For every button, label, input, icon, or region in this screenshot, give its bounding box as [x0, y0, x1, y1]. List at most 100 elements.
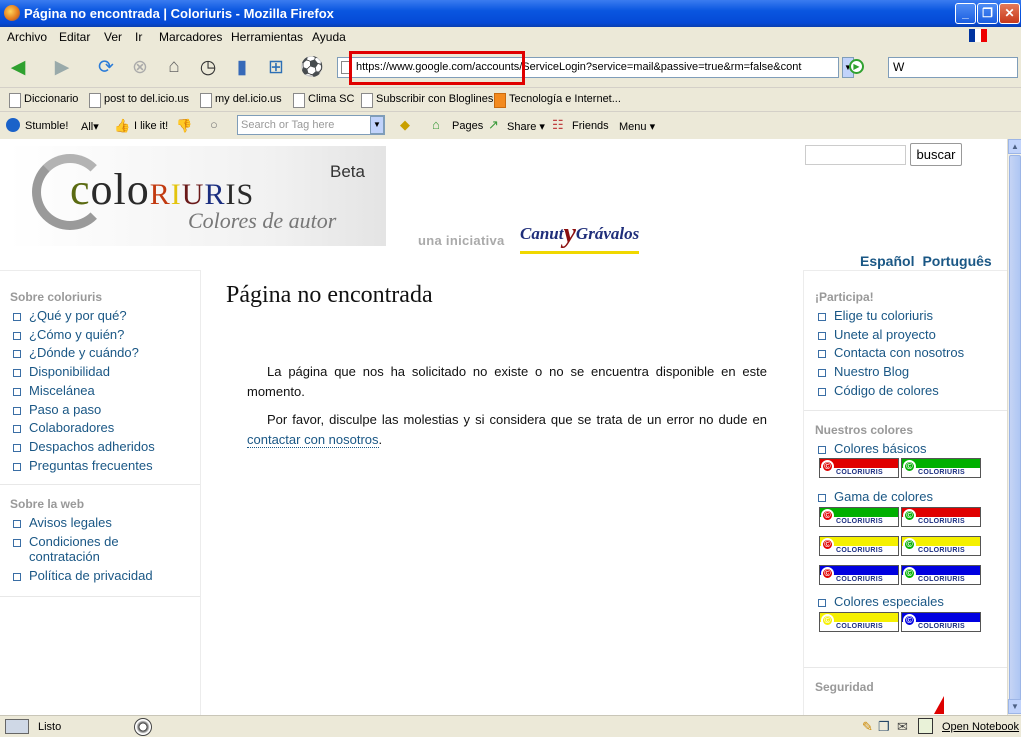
left-nav-link[interactable]: Avisos legales: [10, 515, 112, 530]
left-nav-link[interactable]: Preguntas frecuentes: [10, 458, 153, 473]
divider: [804, 667, 1007, 668]
bookmarks-toolbar: Diccionario post to del.icio.us my del.i…: [0, 87, 1021, 111]
coloriuris-badge[interactable]: COLORIURIS ©: [901, 458, 981, 478]
stumble-button[interactable]: Stumble!: [25, 120, 68, 132]
menu-button[interactable]: Menu ▾: [619, 120, 655, 133]
share-button[interactable]: Share ▾: [507, 120, 545, 133]
site-search-input[interactable]: [805, 145, 906, 165]
lang-pt-link[interactable]: Português: [922, 253, 991, 269]
colores-especiales-link[interactable]: Colores especiales: [815, 594, 944, 609]
coloriuris-badge[interactable]: COLORIURIS ©: [819, 536, 899, 556]
status-text: Listo: [38, 721, 62, 733]
reload-icon[interactable]: ⟳: [93, 54, 119, 80]
bookmark-item[interactable]: post to del.icio.us: [89, 93, 189, 108]
soccer-ball-icon[interactable]: ⚽: [299, 54, 325, 80]
tag-icon[interactable]: ◆: [400, 117, 410, 133]
bookmark-item[interactable]: Diccionario: [9, 93, 78, 108]
thumb-down-icon[interactable]: 👎: [176, 118, 192, 134]
menu-ayuda[interactable]: Ayuda: [312, 30, 346, 44]
left-nav-link[interactable]: ¿Cómo y quién?: [10, 327, 124, 342]
all-dropdown[interactable]: All▾: [81, 120, 99, 133]
tag-search-input[interactable]: Search or Tag here: [237, 115, 385, 135]
menu-marcadores[interactable]: Marcadores: [159, 30, 222, 44]
history-icon[interactable]: ◷: [195, 54, 221, 80]
contact-link[interactable]: contactar con nosotros: [247, 432, 379, 448]
menu-editar[interactable]: Editar: [59, 30, 90, 44]
copyright-icon: ©: [821, 538, 834, 551]
left-nav-link[interactable]: Despachos adheridos: [10, 439, 155, 454]
menu-herramientas[interactable]: Herramientas: [231, 30, 303, 44]
coloriuris-badge[interactable]: COLORIURIS ©: [901, 536, 981, 556]
new-tab-icon[interactable]: ⊞: [263, 54, 289, 80]
minimize-button[interactable]: _: [955, 3, 976, 24]
left-nav-link[interactable]: Miscelánea: [10, 383, 95, 398]
go-icon[interactable]: ▶: [849, 59, 864, 74]
security-seal-icon[interactable]: [934, 696, 944, 714]
right-nav-link[interactable]: Elige tu coloriuris: [815, 308, 933, 323]
edit-icon[interactable]: ✎: [862, 719, 873, 735]
scroll-down-icon[interactable]: ▼: [1008, 699, 1021, 714]
left-nav-link[interactable]: ¿Qué y por qué?: [10, 308, 127, 323]
left-nav-link[interactable]: Condiciones de contratación: [10, 534, 160, 564]
right-nav-link[interactable]: Nuestro Blog: [815, 364, 909, 379]
menu-ver[interactable]: Ver: [104, 30, 122, 44]
copyright-icon: ©: [821, 614, 834, 627]
stop-icon[interactable]: ⊗: [127, 54, 153, 80]
i-like-it-button[interactable]: I like it!: [134, 120, 168, 132]
pages-button[interactable]: Pages: [452, 120, 483, 132]
right-nav-link[interactable]: Código de colores: [815, 383, 939, 398]
logo-beta: Beta: [330, 162, 365, 181]
notebook-icon[interactable]: [918, 718, 933, 734]
close-button[interactable]: ✕: [999, 3, 1020, 24]
search-engine-box[interactable]: W: [888, 57, 1018, 78]
right-nav-link[interactable]: Unete al proyecto: [815, 327, 936, 342]
coloriuris-badge[interactable]: COLORIURIS ©: [819, 458, 899, 478]
menu-archivo[interactable]: Archivo: [7, 30, 47, 44]
colores-basicos-link[interactable]: Colores básicos: [815, 441, 927, 456]
canut-gravalos-logo[interactable]: CanutyGrávalos: [520, 218, 640, 254]
gama-de-colores-link[interactable]: Gama de colores: [815, 489, 933, 504]
bookmark-item[interactable]: my del.icio.us: [200, 93, 282, 108]
coloriuris-badge[interactable]: COLORIURIS ©: [819, 507, 899, 527]
coloriuris-badge[interactable]: COLORIURIS ©: [901, 507, 981, 527]
scroll-thumb[interactable]: [1009, 155, 1021, 710]
vertical-scrollbar[interactable]: ▲ ▼: [1007, 139, 1021, 715]
scroll-up-icon[interactable]: ▲: [1008, 139, 1021, 154]
bookmark-item[interactable]: Tecnología e Internet...: [494, 93, 621, 108]
left-nav-link[interactable]: Paso a paso: [10, 402, 101, 417]
friends-icon: ☷: [552, 117, 564, 132]
comment-icon[interactable]: ○: [210, 117, 218, 132]
lang-es-link[interactable]: Español: [860, 253, 914, 269]
forward-icon[interactable]: ▶: [49, 54, 75, 80]
pages-icon[interactable]: ❐: [878, 719, 890, 735]
thumb-up-icon[interactable]: 👍: [114, 118, 130, 134]
coloriuris-badge[interactable]: COLORIURIS ©: [819, 612, 899, 632]
right-nav-link[interactable]: Contacta con nosotros: [815, 345, 964, 360]
open-notebook-link[interactable]: Open Notebook: [942, 721, 1019, 733]
flag-icon[interactable]: [969, 29, 987, 42]
left-nav-link[interactable]: Disponibilidad: [10, 364, 110, 379]
tag-search-dropdown-icon[interactable]: ▼: [370, 116, 384, 134]
friends-button[interactable]: Friends: [572, 120, 609, 132]
canut-text: Canut: [520, 224, 564, 243]
maximize-button[interactable]: ❐: [977, 3, 998, 24]
left-nav-link[interactable]: Colaboradores: [10, 420, 114, 435]
left-nav-link[interactable]: Política de privacidad: [10, 568, 153, 583]
coloriuris-badge[interactable]: COLORIURIS ©: [901, 612, 981, 632]
menu-ir[interactable]: Ir: [135, 30, 142, 44]
home-icon[interactable]: ⌂: [161, 54, 187, 80]
coloriuris-logo[interactable]: coloRIURIS Beta Colores de autor: [8, 146, 386, 246]
status-bar: Listo ✎ ❐ ✉ Open Notebook: [0, 715, 1021, 737]
back-icon[interactable]: ◀: [5, 54, 31, 80]
coloriuris-badge[interactable]: COLORIURIS ©: [819, 565, 899, 585]
copyright-icon: ©: [821, 509, 834, 522]
left-nav-link[interactable]: ¿Dónde y cuándo?: [10, 345, 139, 360]
title-bar: Página no encontrada | Coloriuris - Mozi…: [0, 0, 1021, 27]
bookmark-item[interactable]: Clima SC: [293, 93, 354, 108]
coloriuris-badge[interactable]: COLORIURIS ©: [901, 565, 981, 585]
mail-icon[interactable]: ✉: [897, 719, 908, 735]
buscar-button[interactable]: buscar: [910, 143, 962, 166]
bookmarks-icon[interactable]: ▮: [229, 54, 255, 80]
bookmark-item[interactable]: Subscribir con Bloglines: [361, 93, 493, 108]
copyright-icon: ©: [903, 509, 916, 522]
